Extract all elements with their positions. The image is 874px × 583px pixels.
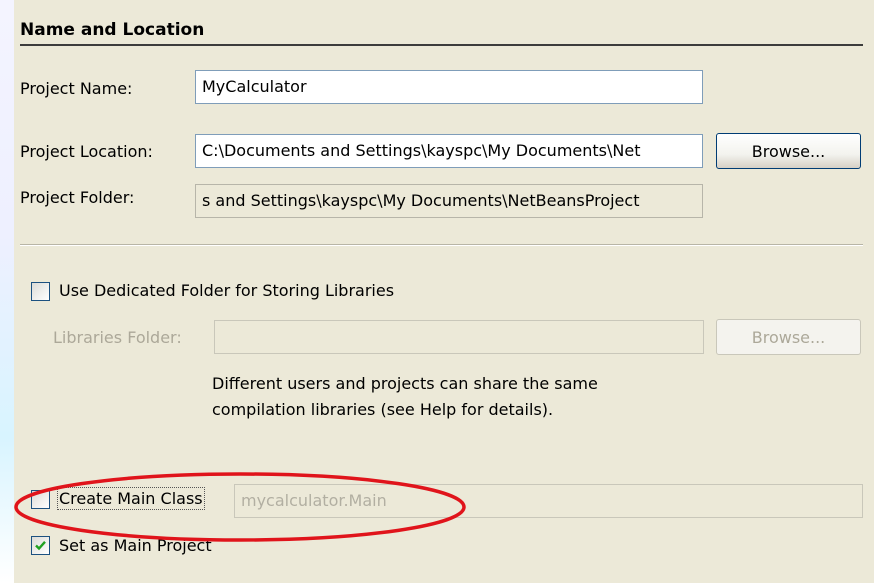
project-folder-field: s and Settings\kayspc\My Documents\NetBe… — [195, 184, 703, 218]
main-class-input[interactable]: mycalculator.Main — [234, 484, 863, 518]
dedicated-libraries-label: Use Dedicated Folder for Storing Librari… — [59, 281, 395, 300]
libraries-help-line-1: Different users and projects can share t… — [212, 374, 598, 393]
project-location-browse-button[interactable]: Browse... — [716, 133, 861, 169]
project-name-label: Project Name: — [20, 79, 133, 98]
section-divider — [20, 44, 863, 46]
section-title: Name and Location — [20, 20, 205, 40]
project-location-label: Project Location: — [20, 142, 153, 161]
create-main-class-checkbox[interactable] — [31, 490, 50, 509]
project-location-input[interactable]: C:\Documents and Settings\kayspc\My Docu… — [195, 134, 703, 168]
checkmark-icon — [35, 540, 46, 551]
libraries-folder-label: Libraries Folder: — [53, 328, 182, 347]
libraries-help-line-2: compilation libraries (see Help for deta… — [212, 400, 554, 419]
libraries-folder-input[interactable] — [214, 320, 704, 354]
separator — [20, 244, 863, 246]
libraries-browse-button[interactable]: Browse... — [716, 319, 861, 355]
dedicated-libraries-checkbox[interactable] — [31, 282, 50, 301]
project-folder-label: Project Folder: — [20, 188, 135, 207]
set-main-project-label: Set as Main Project — [59, 536, 212, 555]
set-main-project-checkbox[interactable] — [31, 536, 50, 555]
left-decorative-strip — [0, 0, 14, 583]
create-main-class-label: Create Main Class — [57, 487, 205, 510]
project-name-input[interactable]: MyCalculator — [195, 70, 703, 104]
